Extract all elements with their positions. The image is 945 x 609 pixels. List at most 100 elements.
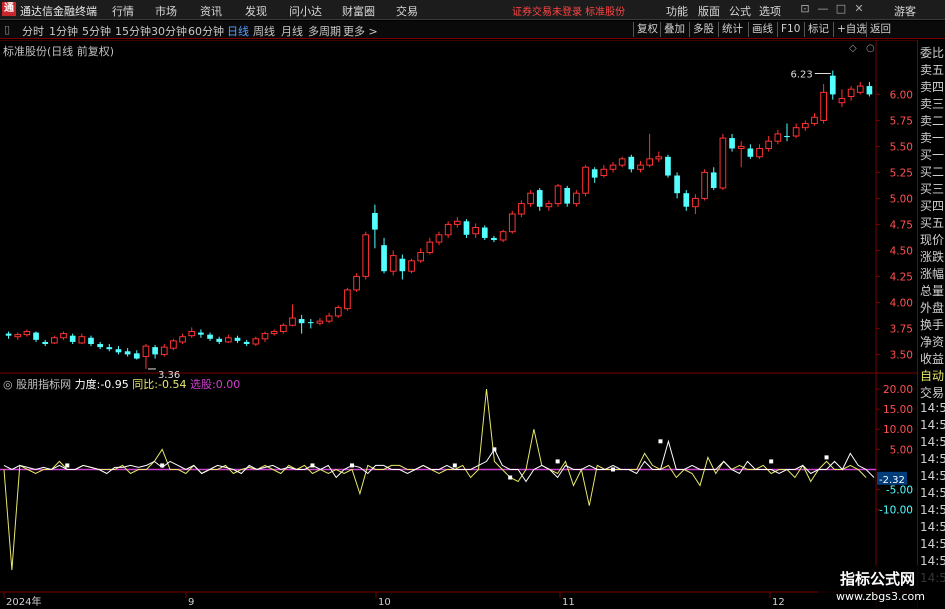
side-panel-label[interactable]: 14:56 xyxy=(920,401,945,415)
side-panel-label[interactable]: 14:56 xyxy=(920,435,945,449)
candle-body xyxy=(591,169,598,178)
tab-60min[interactable]: 60分钟 xyxy=(188,23,224,39)
candle-body xyxy=(170,340,177,349)
side-panel-label[interactable]: 交易 xyxy=(920,384,944,401)
tab-monthly[interactable]: 月线 xyxy=(281,23,303,39)
lidu-marker xyxy=(769,459,774,464)
diejia-button[interactable]: 叠加 xyxy=(660,22,688,37)
kline-chart[interactable]: 6.00 5.75 5.50 5.25 5.00 4.75 4.50 4.25 4.00 3.75… xyxy=(0,40,917,609)
side-panel-label[interactable]: 卖五 xyxy=(920,61,944,78)
app-logo-icon: 通 xyxy=(2,2,16,16)
candle-body xyxy=(399,258,406,272)
candle-body xyxy=(472,227,479,235)
menu-zixun[interactable]: 资讯 xyxy=(200,3,222,19)
maximize-icon[interactable]: □ xyxy=(834,2,848,16)
side-panel-label[interactable]: 自动 xyxy=(920,367,944,384)
tab-weekly[interactable]: 周线 xyxy=(253,23,275,39)
side-panel-label[interactable]: 14:56 xyxy=(920,486,945,500)
side-panel-label[interactable]: 委比 xyxy=(920,44,944,61)
fuquan-button[interactable]: 复权 xyxy=(633,22,661,37)
watermark: 指标公式网 www.zbgs3.com xyxy=(818,565,945,609)
candle-body xyxy=(665,156,671,176)
candle-body xyxy=(5,333,12,336)
tongbi-value: -0.54 xyxy=(158,378,187,391)
side-panel-label[interactable]: 14:56 xyxy=(920,469,945,483)
price-tick-label: 4.00 xyxy=(890,297,913,309)
side-panel-label[interactable]: 涨跌 xyxy=(920,248,944,265)
side-panel-label[interactable]: 外盘 xyxy=(920,299,944,316)
side-panel-label[interactable]: 14:56 xyxy=(920,503,945,517)
menu-jiaoyi[interactable]: 交易 xyxy=(396,3,418,19)
biaoji-button[interactable]: 标记 xyxy=(804,22,832,37)
close-icon[interactable]: ✕ xyxy=(852,2,866,16)
candle-body xyxy=(866,86,873,95)
login-notice[interactable]: 证券交易未登录 标准股份 xyxy=(512,3,625,18)
side-panel-label[interactable]: 买五 xyxy=(920,214,944,231)
menu-shichang[interactable]: 市场 xyxy=(155,3,177,19)
candle-body xyxy=(801,123,809,129)
tab-1min[interactable]: 1分钟 xyxy=(49,23,78,39)
back-button[interactable]: 返回 xyxy=(866,22,894,37)
side-panel-label[interactable]: 卖一 xyxy=(920,129,944,146)
tongbi-line xyxy=(3,388,867,571)
duogu-button[interactable]: 多股 xyxy=(689,22,717,37)
app-title: 通达信金融终端 xyxy=(20,5,97,18)
side-panel-label[interactable]: 买三 xyxy=(920,180,944,197)
menu-gongneng[interactable]: 功能 xyxy=(666,3,688,19)
candle-body xyxy=(527,192,534,205)
side-panel-label[interactable]: 涨幅 xyxy=(920,265,944,282)
restore-icon[interactable]: ⊡ xyxy=(798,2,812,16)
minimize-icon[interactable]: — xyxy=(816,2,830,16)
tab-multi-period[interactable]: 多周期 xyxy=(308,23,341,39)
tab-5min[interactable]: 5分钟 xyxy=(82,23,111,39)
candle-body xyxy=(536,190,543,207)
side-panel-label[interactable]: 买二 xyxy=(920,163,944,180)
side-panel-label[interactable]: 14:56 xyxy=(920,452,945,466)
candle-body xyxy=(344,289,351,310)
period-toolbar: ▯ 分时 1分钟 5分钟 15分钟 30分钟 60分钟 日线 周线 月线 多周期… xyxy=(0,21,945,39)
candle-body xyxy=(279,324,287,333)
side-panel-label[interactable]: 买四 xyxy=(920,197,944,214)
menu-faxian[interactable]: 发现 xyxy=(245,3,267,19)
huaxian-button[interactable]: 画线 xyxy=(748,22,776,37)
candle-body xyxy=(362,234,370,277)
menu-hangqing[interactable]: 行情 xyxy=(112,3,134,19)
tab-daily[interactable]: 日线 xyxy=(227,23,249,39)
side-panel-label[interactable]: 14:56 xyxy=(920,418,945,432)
price-tick-label: 5.50 xyxy=(890,141,913,153)
tab-15min[interactable]: 15分钟 xyxy=(115,23,151,39)
side-panel-label[interactable]: 卖三 xyxy=(920,95,944,112)
candle-body xyxy=(408,260,415,272)
side-panel-label[interactable]: 买一 xyxy=(920,146,944,163)
tab-more[interactable]: 更多 > xyxy=(343,23,378,39)
menu-gongshi[interactable]: 公式 xyxy=(729,3,751,19)
collapse-icon[interactable]: ▯ xyxy=(4,23,10,36)
candle-body xyxy=(381,245,387,272)
menu-wenxiaoda[interactable]: 问小达 xyxy=(289,3,322,19)
menu-xuanxiang[interactable]: 选项 xyxy=(759,3,781,19)
side-panel-label[interactable]: 净资 xyxy=(920,333,944,350)
side-panel-label[interactable]: 现价 xyxy=(920,231,944,248)
side-panel-label[interactable]: 卖二 xyxy=(920,112,944,129)
menu-caifuquan[interactable]: 财富圈 xyxy=(342,3,375,19)
lidu-marker xyxy=(508,475,513,480)
tongji-button[interactable]: 统计 xyxy=(718,22,746,37)
indicator-name: 股朋指标网 xyxy=(16,378,72,391)
side-panel-label[interactable]: 14:56 xyxy=(920,520,945,534)
candle-body xyxy=(252,338,260,345)
candle-body xyxy=(481,227,488,238)
candle-body xyxy=(637,164,644,170)
side-panel-label[interactable]: 卖四 xyxy=(920,78,944,95)
side-panel-label[interactable]: 14:56 xyxy=(920,537,945,551)
f10-button[interactable]: F10 xyxy=(777,22,803,37)
side-panel-label[interactable]: 总量 xyxy=(920,282,944,299)
candle-body xyxy=(600,168,608,177)
user-label[interactable]: 游客 xyxy=(894,3,916,19)
tab-30min[interactable]: 30分钟 xyxy=(151,23,187,39)
menu-banmian[interactable]: 版面 xyxy=(698,3,720,19)
tab-fenshi[interactable]: 分时 xyxy=(22,23,44,39)
add-watchlist-button[interactable]: +自选 xyxy=(833,22,870,37)
side-panel-label[interactable]: 收益 xyxy=(920,350,944,367)
candle-body xyxy=(316,320,324,324)
side-panel-label[interactable]: 换手 xyxy=(920,316,944,333)
